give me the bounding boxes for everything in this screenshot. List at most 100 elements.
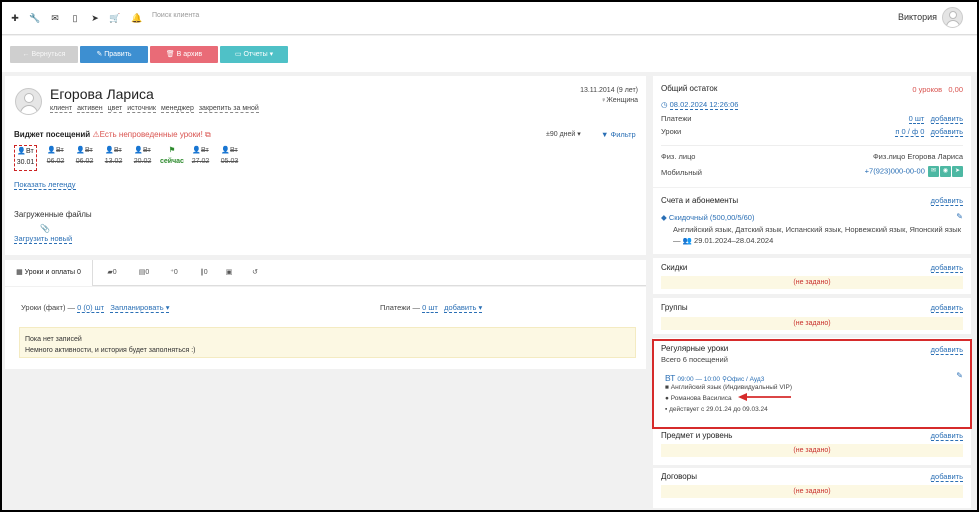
cart-icon[interactable]: 🛒 [108, 11, 122, 25]
edit-pencil-icon[interactable]: ✎ [956, 212, 963, 221]
add-payment-link[interactable]: добавить [930, 114, 963, 124]
groups-panel: Группы добавить (не задано) [653, 298, 971, 334]
discount-period: 29.01.2024–28.04.2024 [694, 236, 774, 245]
payments-row-label: Платежи [661, 114, 692, 123]
tab-label: 0 [173, 269, 178, 276]
envelope-icon[interactable]: ✉ [48, 11, 62, 25]
tag-icon: ◆ [661, 213, 667, 222]
tag-client[interactable]: клиент [50, 105, 73, 113]
tab-documents[interactable]: ▤0 [133, 260, 155, 286]
tag-color[interactable]: цвет [107, 105, 123, 113]
payments-row-value[interactable]: 0 шт [908, 114, 925, 124]
payments-value[interactable]: 0 шт [422, 303, 438, 313]
accounts-panel: Счета и абонементы добавить ◆ Скидочный … [653, 188, 971, 254]
bell-icon[interactable]: 🔔 [130, 11, 144, 25]
add-lesson-link[interactable]: добавить [930, 127, 963, 137]
lessons-fact: Уроки (факт) — 0 (0) шт Запланировать ▾ [21, 303, 170, 313]
plus-icon[interactable]: ✚ [8, 11, 22, 25]
contracts-add-link[interactable]: добавить [930, 472, 963, 482]
tab-lessons-payments[interactable]: ▦ Уроки и оплаты 0 [5, 260, 93, 286]
tab-history[interactable]: ↺ [248, 260, 262, 286]
edit-button[interactable]: ✎ Править [80, 46, 148, 63]
tag-manager[interactable]: менеджер [160, 105, 194, 113]
back-button[interactable]: ← Вернуться [10, 46, 78, 63]
accounts-title: Счета и абонементы [661, 196, 739, 205]
lessons-fact-value[interactable]: 0 (0) шт [77, 303, 105, 313]
groups-add-link[interactable]: добавить [930, 303, 963, 313]
whatsapp-icon[interactable]: ◉ [940, 166, 951, 177]
discounts-add-link[interactable]: добавить [930, 263, 963, 273]
telegram-icon[interactable]: ➤ [952, 166, 963, 177]
discount-card[interactable]: ◆ Скидочный (500,00/5/60) [661, 213, 754, 222]
tab-media[interactable]: ▣ [222, 260, 236, 286]
visit-cell[interactable]: 👤Вт 13.02 [102, 145, 125, 171]
visit-cell[interactable]: 👤Вт 06.02 [44, 145, 67, 171]
groups-title: Группы [661, 303, 688, 312]
show-legend-link[interactable]: Показать легенду [14, 180, 76, 190]
user-avatar[interactable] [942, 7, 963, 28]
mobile-value[interactable]: +7(923)000-00-00 [865, 166, 925, 175]
subject-level-panel: Предмет и уровень добавить (не задано) [653, 429, 971, 465]
discounts-panel: Скидки добавить (не задано) [653, 258, 971, 294]
empty-state: Пока нет записей Немного активности, и и… [19, 327, 636, 358]
visit-day: Вт [114, 147, 122, 154]
upload-link[interactable]: Загрузить новый [14, 234, 73, 244]
client-avatar [15, 88, 42, 115]
add-payment-button[interactable]: добавить ▾ [444, 303, 483, 313]
client-meta: 13.11.2014 (9 лет) ♀Женщина [580, 86, 638, 106]
send-icon[interactable]: ➤ [88, 11, 102, 25]
visit-date: 06.02 [75, 158, 94, 165]
tab-comments[interactable]: ▰0 [101, 260, 123, 286]
clock-icon: ◷ [661, 100, 668, 109]
visit-day: Вт [26, 148, 34, 155]
archive-button[interactable]: 🗑 В архив [150, 46, 218, 63]
tag-source[interactable]: источник [127, 105, 156, 113]
plan-button[interactable]: Запланировать ▾ [110, 303, 170, 313]
visits-warning[interactable]: Есть непроведенные уроки! [100, 130, 203, 139]
history-icon: ↺ [252, 269, 258, 276]
user-name[interactable]: Виктория [898, 12, 937, 22]
empty-title: Пока нет записей [25, 336, 82, 343]
person-row: Физ. лицо Физ.лицо Егорова Лариса [661, 152, 963, 164]
birth-date: 13.11.2014 (9 лет) [580, 87, 638, 94]
tab-pause[interactable]: ∥0 [193, 260, 215, 286]
external-link-icon[interactable]: ⧉ [203, 130, 211, 139]
tab-label: 0 [112, 269, 117, 276]
lessons-row-value[interactable]: п 0 / ф 0 [895, 127, 925, 137]
person-label: Физ. лицо [661, 152, 696, 161]
mobile-icon[interactable]: ▯ [68, 11, 82, 25]
visit-cell[interactable]: 👤Вт 30.01 [14, 145, 37, 171]
visit-now-label: сейчас [160, 158, 184, 165]
visit-cell[interactable]: 👤Вт 20.02 [131, 145, 154, 171]
groups-empty: (не задано) [661, 317, 963, 330]
range-select[interactable]: ±90 дней ▾ [546, 130, 581, 138]
discount-name: Скидочный (500,00/5/60) [668, 213, 755, 222]
visit-cell[interactable]: 👤Вт 06.02 [73, 145, 96, 171]
reports-button[interactable]: ▭ Отчеты ▾ [220, 46, 288, 63]
search-input[interactable]: Поиск клиента [152, 12, 199, 19]
visit-now-marker: ⚑ сейчас [158, 145, 186, 171]
lessons-fact-label: Уроки (факт) — [21, 303, 76, 312]
contracts-title: Договоры [661, 472, 697, 481]
sms-icon[interactable]: ✉ [928, 166, 939, 177]
subject-level-add-link[interactable]: добавить [930, 431, 963, 441]
visit-cell[interactable]: 👤Вт 27.02 [189, 145, 212, 171]
wrench-icon[interactable]: 🔧 [28, 11, 42, 25]
balance-date[interactable]: ◷ 08.02.2024 12:26:06 [661, 100, 739, 110]
teacher-icon: 👤 [47, 147, 57, 154]
tag-active[interactable]: активен [77, 105, 103, 113]
tab-label: 0 [203, 269, 208, 276]
visit-date: 27.02 [191, 158, 210, 165]
visit-date: 13.02 [104, 158, 123, 165]
tag-assign[interactable]: закрепить за мной [198, 105, 259, 113]
balance-lessons: 0 уроков [912, 85, 943, 94]
accounts-add-link[interactable]: добавить [930, 196, 963, 206]
filter-button[interactable]: ▼ Фильтр [601, 130, 636, 139]
visit-cell[interactable]: 👤Вт 05.03 [218, 145, 241, 171]
lessons-row-label: Уроки [661, 127, 682, 136]
tab-contacts[interactable]: ⁺0 [163, 260, 185, 286]
payments-row: Платежи 0 шт добавить [661, 114, 963, 126]
mobile-label: Мобильный [661, 168, 702, 177]
teacher-icon: 👤 [134, 147, 144, 154]
client-name: Егорова Лариса [50, 86, 154, 102]
